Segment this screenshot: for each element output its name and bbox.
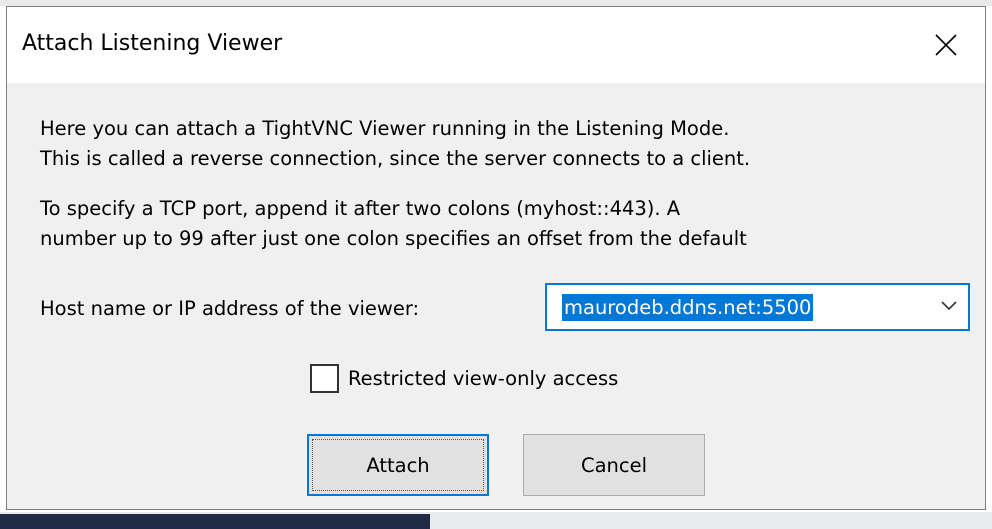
description-line-2: This is called a reverse connection, sin… bbox=[40, 147, 751, 170]
restricted-access-label[interactable]: Restricted view-only access bbox=[348, 367, 618, 390]
taskbar-fragment bbox=[0, 514, 430, 529]
host-input[interactable]: maurodeb.ddns.net:5500 bbox=[562, 294, 814, 321]
attach-listening-viewer-dialog: Attach Listening Viewer Here you can att… bbox=[6, 6, 986, 510]
description-paragraph-2: To specify a TCP port, append it after t… bbox=[40, 194, 747, 254]
focus-rectangle bbox=[312, 439, 484, 491]
description-line-1: Here you can attach a TightVNC Viewer ru… bbox=[40, 117, 730, 140]
description-paragraph-1: Here you can attach a TightVNC Viewer ru… bbox=[40, 114, 750, 174]
cancel-button-label: Cancel bbox=[580, 453, 648, 477]
host-label: Host name or IP address of the viewer: bbox=[40, 297, 420, 320]
restricted-access-checkbox[interactable] bbox=[310, 364, 339, 393]
close-button[interactable] bbox=[907, 7, 985, 83]
desktop-background-bottom bbox=[0, 512, 992, 529]
dialog-title: Attach Listening Viewer bbox=[22, 31, 283, 56]
chevron-down-icon[interactable] bbox=[940, 299, 958, 311]
cancel-button[interactable]: Cancel bbox=[523, 434, 705, 496]
attach-button[interactable]: Attach bbox=[307, 434, 489, 496]
title-bar[interactable]: Attach Listening Viewer bbox=[7, 7, 985, 83]
host-combobox[interactable]: maurodeb.ddns.net:5500 bbox=[545, 283, 970, 331]
restricted-access-option[interactable]: Restricted view-only access bbox=[310, 364, 618, 393]
close-icon bbox=[935, 34, 957, 56]
description-line-4: number up to 99 after just one colon spe… bbox=[40, 227, 747, 250]
description-line-3: To specify a TCP port, append it after t… bbox=[40, 197, 681, 220]
